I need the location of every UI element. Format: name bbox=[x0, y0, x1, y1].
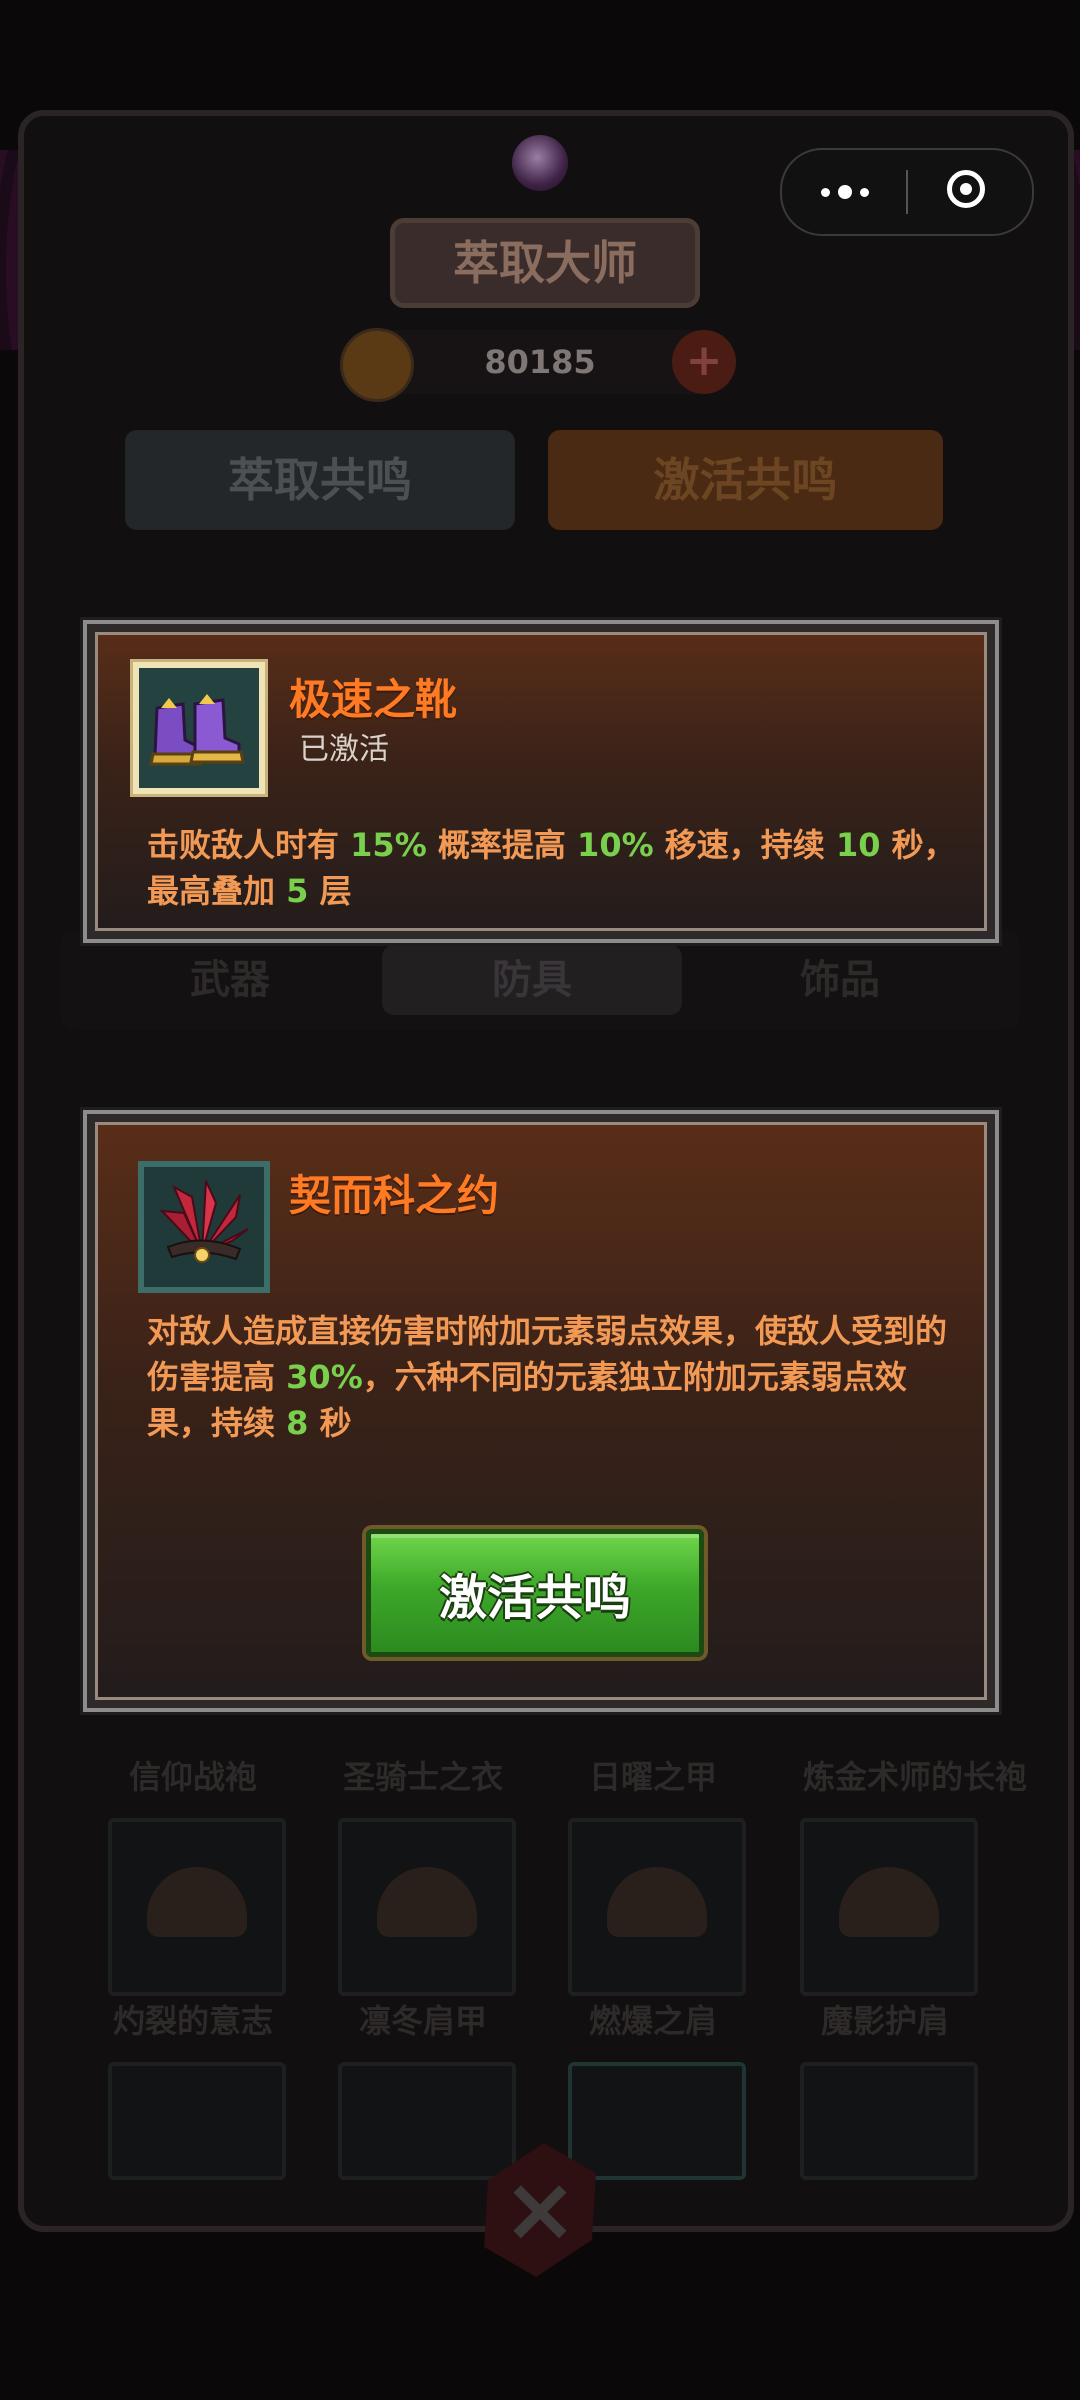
item-name-label: 炼金术师的长袍 bbox=[802, 1758, 1027, 1796]
item-slot-headdress bbox=[138, 1161, 270, 1293]
item-slot[interactable] bbox=[568, 1818, 746, 1996]
close-icon: × bbox=[502, 2157, 578, 2262]
highlight-value: 10% bbox=[577, 826, 654, 864]
coin-icon bbox=[340, 328, 414, 402]
highlight-value: 5 bbox=[286, 872, 309, 910]
shoulder-armor-icon bbox=[839, 1867, 939, 1937]
boots-icon bbox=[149, 694, 245, 766]
item-name-label: 燃爆之肩 bbox=[588, 2002, 717, 2040]
description-text: 移速，持续 bbox=[653, 826, 836, 864]
helmet-icon bbox=[147, 1867, 247, 1937]
more-dots-icon bbox=[820, 187, 830, 197]
item-slot[interactable] bbox=[338, 1818, 516, 1996]
feather-headdress-icon bbox=[159, 1180, 249, 1263]
exit-target-icon[interactable] bbox=[947, 170, 985, 208]
effect-description: 击败敌人时有 15% 概率提高 10% 移速，持续 10 秒，最高叠加 5 层 bbox=[147, 822, 967, 914]
crystal-orb-icon bbox=[512, 135, 568, 191]
item-slot[interactable] bbox=[800, 1818, 978, 1996]
subtab-armor[interactable]: 防具 bbox=[382, 945, 682, 1015]
highlight-value: 15% bbox=[350, 826, 427, 864]
activate-button-label: 激活共鸣 bbox=[438, 1570, 631, 1626]
resonance-card: 契而科之约 对敌人造成直接伤害时附加元素弱点效果，使敌人受到的伤害提高 30%，… bbox=[83, 1110, 999, 1712]
capsule-divider bbox=[906, 170, 908, 214]
activate-resonance-button[interactable]: 激活共鸣 bbox=[366, 1529, 704, 1657]
item-name-label: 信仰战袍 bbox=[128, 1758, 257, 1796]
add-coin-button[interactable]: + bbox=[672, 330, 736, 394]
helmet-icon bbox=[377, 1867, 477, 1937]
item-slot[interactable] bbox=[800, 2062, 978, 2180]
item-name: 契而科之约 bbox=[289, 1171, 500, 1220]
background-title: 萃取大师 bbox=[390, 218, 700, 308]
highlight-value: 30% bbox=[286, 1358, 363, 1396]
item-name: 极速之靴 bbox=[289, 675, 458, 724]
highlight-value: 8 bbox=[286, 1404, 309, 1442]
helmet-icon bbox=[607, 1867, 707, 1937]
description-text: 层 bbox=[308, 872, 352, 910]
item-slot[interactable] bbox=[108, 2062, 286, 2180]
item-slot-boots bbox=[133, 662, 265, 794]
item-slot[interactable] bbox=[108, 1818, 286, 1996]
item-name-label: 凛冬肩甲 bbox=[358, 2002, 487, 2040]
item-name-label: 圣骑士之衣 bbox=[342, 1758, 503, 1796]
item-slot[interactable] bbox=[568, 2062, 746, 2180]
activated-status: 已激活 bbox=[299, 732, 389, 767]
more-menu-button[interactable] bbox=[782, 150, 907, 234]
item-name-label: 日曜之甲 bbox=[588, 1758, 717, 1796]
subtab-accessory[interactable]: 饰品 bbox=[690, 945, 990, 1015]
effect-description: 对敌人造成直接伤害时附加元素弱点效果，使敌人受到的伤害提高 30%，六种不同的元… bbox=[147, 1308, 967, 1446]
description-text: 秒 bbox=[308, 1404, 352, 1442]
tab-extract-resonance[interactable]: 萃取共鸣 bbox=[125, 430, 515, 530]
active-effect-card: 极速之靴 已激活 击败敌人时有 15% 概率提高 10% 移速，持续 10 秒，… bbox=[83, 620, 999, 943]
highlight-value: 10 bbox=[835, 826, 881, 864]
subtab-weapon[interactable]: 武器 bbox=[80, 945, 380, 1015]
item-name-label: 魔影护肩 bbox=[820, 2002, 949, 2040]
tab-activate-resonance[interactable]: 激活共鸣 bbox=[548, 430, 943, 530]
mini-program-capsule bbox=[780, 148, 1034, 236]
description-text: 击败敌人时有 bbox=[147, 826, 351, 864]
item-slot[interactable] bbox=[338, 2062, 516, 2180]
description-text: 概率提高 bbox=[426, 826, 578, 864]
item-name-label: 灼裂的意志 bbox=[112, 2002, 273, 2040]
